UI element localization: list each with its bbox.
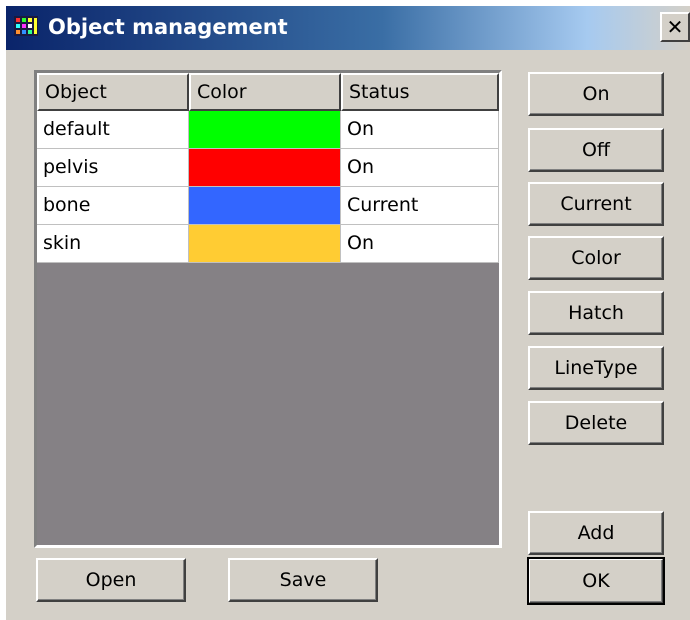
title-bar: Object management ✕ <box>6 6 690 50</box>
color-swatch[interactable] <box>189 111 341 149</box>
open-button[interactable]: Open <box>36 558 186 602</box>
save-button[interactable]: Save <box>228 558 378 602</box>
on-button[interactable]: On <box>528 72 664 116</box>
object-cell[interactable]: default <box>37 111 189 149</box>
window-title: Object management <box>48 15 288 39</box>
color-swatch[interactable] <box>189 187 341 225</box>
status-cell[interactable]: On <box>341 111 499 149</box>
column-header-object[interactable]: Object <box>37 73 189 111</box>
object-cell[interactable]: skin <box>37 225 189 263</box>
color-button[interactable]: Color <box>528 236 664 280</box>
close-icon: ✕ <box>666 15 684 39</box>
table-row[interactable]: bone Current <box>37 187 499 225</box>
color-swatch[interactable] <box>189 149 341 187</box>
object-management-dialog: Object management ✕ Object Color Status … <box>6 6 690 620</box>
ok-button[interactable]: OK <box>527 557 665 605</box>
color-swatch[interactable] <box>189 225 341 263</box>
table-row[interactable]: skin On <box>37 225 499 263</box>
app-icon <box>14 16 38 36</box>
table-row[interactable]: default On <box>37 111 499 149</box>
object-cell[interactable]: bone <box>37 187 189 225</box>
status-cell[interactable]: On <box>341 225 499 263</box>
table-row[interactable]: pelvis On <box>37 149 499 187</box>
column-header-status[interactable]: Status <box>341 73 499 111</box>
status-cell[interactable]: Current <box>341 187 499 225</box>
linetype-button[interactable]: LineType <box>528 346 664 390</box>
hatch-button[interactable]: Hatch <box>528 291 664 335</box>
delete-button[interactable]: Delete <box>528 401 664 445</box>
object-grid[interactable]: Object Color Status default On pelvis On… <box>34 70 502 548</box>
object-cell[interactable]: pelvis <box>37 149 189 187</box>
close-button[interactable]: ✕ <box>660 12 690 42</box>
current-button[interactable]: Current <box>528 182 664 226</box>
off-button[interactable]: Off <box>528 128 664 172</box>
column-header-color[interactable]: Color <box>189 73 341 111</box>
add-button[interactable]: Add <box>528 511 664 555</box>
status-cell[interactable]: On <box>341 149 499 187</box>
